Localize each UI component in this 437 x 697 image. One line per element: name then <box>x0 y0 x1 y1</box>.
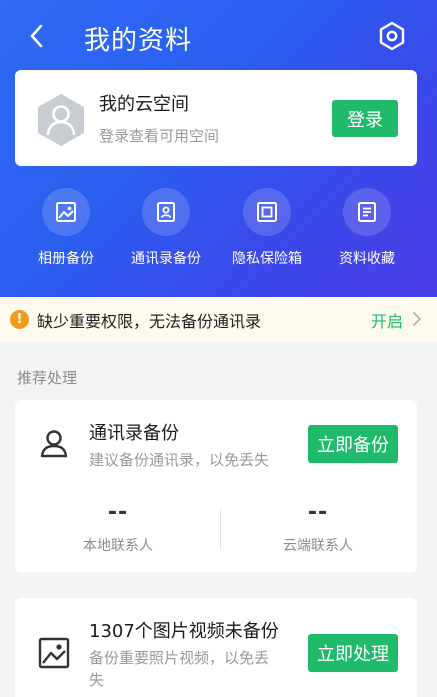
contact-card-icon <box>142 188 190 236</box>
quick-action-label: 资料收藏 <box>339 251 395 267</box>
quick-action-album-backup[interactable]: 相册备份 <box>11 188 121 268</box>
safe-icon <box>243 188 291 236</box>
contact-icon <box>40 430 68 458</box>
quick-action-doc-favorites[interactable]: 资料收藏 <box>312 188 422 268</box>
photo-icon <box>42 188 90 236</box>
quick-actions: 相册备份 通讯录备份 隐私保险箱 资料收藏 <box>0 188 437 278</box>
quick-action-label: 隐私保险箱 <box>232 251 302 267</box>
quick-action-private-safe[interactable]: 隐私保险箱 <box>212 188 322 268</box>
local-contacts-label: 本地联系人 <box>83 538 153 554</box>
back-button[interactable] <box>26 22 56 54</box>
alert-text: 缺少重要权限，无法备份通讯录 <box>37 312 262 331</box>
cloud-contacts-label: 云端联系人 <box>283 538 353 554</box>
chevron-right-icon <box>413 312 421 326</box>
hexagon-settings-icon <box>379 21 405 51</box>
image-icon <box>38 637 70 669</box>
login-button[interactable]: 登录 <box>332 100 398 137</box>
cloud-space-card[interactable]: 我的云空间 登录查看可用空间 登录 <box>15 70 417 166</box>
cloud-contacts-stat: -- 云端联系人 <box>218 500 418 555</box>
enable-permission-link[interactable]: 开启 <box>371 308 403 332</box>
settings-button[interactable] <box>376 20 408 52</box>
avatar <box>35 92 87 148</box>
quick-action-contacts-backup[interactable]: 通讯录备份 <box>111 188 221 268</box>
cloud-space-title: 我的云空间 <box>99 94 189 115</box>
chevron-left-icon <box>30 24 43 48</box>
photos-card-subtitle-line2: 失 <box>89 671 105 689</box>
cloud-space-subtitle: 登录查看可用空间 <box>99 127 220 145</box>
quick-action-label: 通讯录备份 <box>131 251 201 267</box>
backup-now-button[interactable]: 立即备份 <box>308 425 398 463</box>
contacts-card-subtitle: 建议备份通讯录，以免丢失 <box>89 451 270 469</box>
page-title: 我的资料 <box>84 26 193 56</box>
photos-card-subtitle-line1: 备份重要照片视频，以免丢 <box>89 649 270 667</box>
section-title: 推荐处理 <box>17 369 78 387</box>
document-icon <box>343 188 391 236</box>
quick-action-label: 相册备份 <box>38 251 94 267</box>
cloud-contacts-count: -- <box>307 500 329 525</box>
local-contacts-stat: -- 本地联系人 <box>18 500 218 555</box>
local-contacts-count: -- <box>107 500 129 525</box>
top-bar: 我的资料 <box>0 0 437 72</box>
contacts-card-title: 通讯录备份 <box>89 423 179 444</box>
contacts-backup-card: 通讯录备份 建议备份通讯录，以免丢失 立即备份 -- 本地联系人 -- 云端联系… <box>15 400 417 572</box>
photos-card-title: 1307个图片视频未备份 <box>89 621 279 642</box>
permission-alert-bar[interactable]: ! 缺少重要权限，无法备份通讯录 开启 <box>0 297 437 342</box>
warning-icon: ! <box>10 310 29 329</box>
process-now-button[interactable]: 立即处理 <box>308 634 398 672</box>
user-hexagon-icon <box>38 94 84 146</box>
photos-backup-card: 1307个图片视频未备份 备份重要照片视频，以免丢 失 立即处理 <box>15 598 417 697</box>
